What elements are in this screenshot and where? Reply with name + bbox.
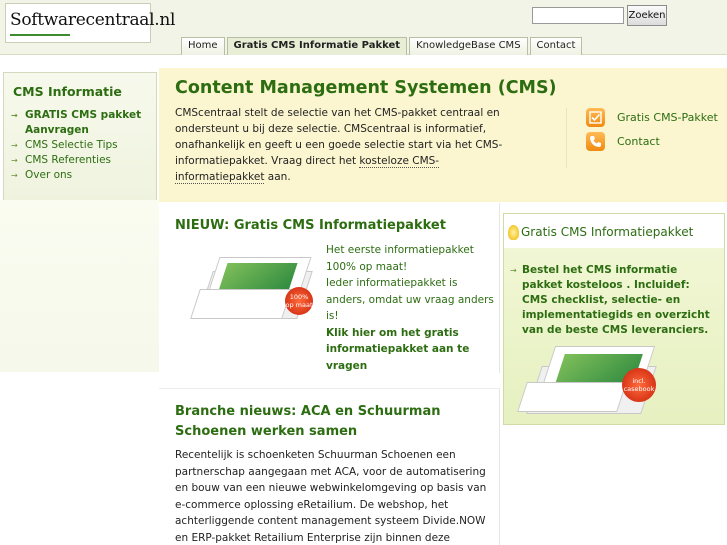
sidebar-item-over-ons[interactable]: Over ons: [4, 168, 156, 183]
page-title: Content Management Systemen (CMS): [175, 78, 557, 98]
logo-underline: [10, 34, 70, 36]
tab-gratis-cms-pakket[interactable]: Gratis CMS Informatie Pakket: [226, 37, 408, 55]
news-line: Ieder informatiepakket is anders, omdat …: [326, 277, 494, 322]
sidebar: CMS Informatie GRATIS CMS pakket Aanvrag…: [3, 72, 157, 220]
tab-knowledgebase[interactable]: KnowledgeBase CMS: [409, 37, 528, 55]
site-header: Softwarecentraal.nl Zoeken Home Gratis C…: [0, 0, 727, 55]
quicklink-label: Gratis CMS-Pakket: [617, 111, 718, 124]
news-cta-link[interactable]: Klik hier om het gratis informatiepakket…: [326, 325, 496, 375]
main-nav-tabs: Home Gratis CMS Informatie Pakket Knowle…: [181, 37, 584, 55]
logo-text: Softwarecentraal.nl: [10, 10, 176, 30]
intro-text-start: CMScentraal stelt de selectie van het CM…: [175, 107, 503, 167]
quicklink-gratis-cms-pakket[interactable]: Gratis CMS-Pakket: [586, 108, 718, 127]
branch-news-title[interactable]: Branche nieuws: ACA en Schuurman Schoene…: [175, 402, 495, 442]
badge-op-maat: 100% op maat: [285, 287, 313, 315]
quicklink-contact[interactable]: Contact: [586, 132, 660, 151]
quicklink-label: Contact: [617, 135, 660, 148]
site-logo[interactable]: Softwarecentraal.nl: [5, 3, 175, 43]
intro-text-end: aan.: [264, 171, 291, 183]
tab-home[interactable]: Home: [181, 37, 225, 55]
phone-icon: [586, 132, 605, 151]
search-button[interactable]: Zoeken: [627, 5, 667, 26]
promo-box: Gratis CMS Informatiepakket Bestel het C…: [503, 213, 725, 425]
promo-header: Gratis CMS Informatiepakket: [504, 214, 724, 248]
divider: [566, 108, 567, 168]
sidebar-item-gratis-cms-pakket[interactable]: GRATIS CMS pakket Aanvragen: [4, 108, 156, 138]
news-card-title[interactable]: NIEUW: Gratis CMS Informatiepakket: [175, 218, 446, 233]
package-tray: [190, 289, 292, 319]
badge-casebook: incl. casebook: [622, 368, 656, 402]
lightbulb-icon: [508, 225, 519, 240]
news-card: NIEUW: Gratis CMS Informatiepakket 100% …: [159, 203, 500, 373]
branch-news-text: Recentelijk is schoenketen Schuurman Sch…: [175, 449, 487, 544]
search-input[interactable]: [532, 7, 624, 24]
branch-news-card: Branche nieuws: ACA en Schuurman Schoene…: [159, 388, 500, 545]
promo-title[interactable]: Gratis CMS Informatiepakket: [521, 225, 693, 239]
news-card-text: Het eerste informatiepakket 100% op maat…: [326, 242, 496, 374]
news-line: Het eerste informatiepakket: [326, 244, 474, 256]
background-strip: [0, 200, 159, 372]
news-line: 100% op maat!: [326, 260, 408, 273]
sidebar-title: CMS Informatie: [13, 84, 122, 99]
package-cover: [218, 263, 298, 291]
sidebar-item-referenties[interactable]: CMS Referenties: [4, 153, 156, 168]
package-tray: [517, 382, 627, 412]
promo-text[interactable]: Bestel het CMS informatie pakket kostelo…: [510, 263, 718, 338]
checkbox-icon: [586, 108, 605, 127]
tab-contact[interactable]: Contact: [529, 37, 583, 55]
intro-section: Content Management Systemen (CMS) CMScen…: [159, 68, 727, 202]
promo-package-image[interactable]: incl. casebook: [512, 336, 687, 421]
sidebar-item-selectie-tips[interactable]: CMS Selectie Tips: [4, 138, 156, 153]
intro-text: CMScentraal stelt de selectie van het CM…: [175, 105, 510, 185]
info-package-image[interactable]: 100% op maat: [183, 249, 323, 329]
sidebar-menu: GRATIS CMS pakket Aanvragen CMS Selectie…: [4, 108, 156, 183]
